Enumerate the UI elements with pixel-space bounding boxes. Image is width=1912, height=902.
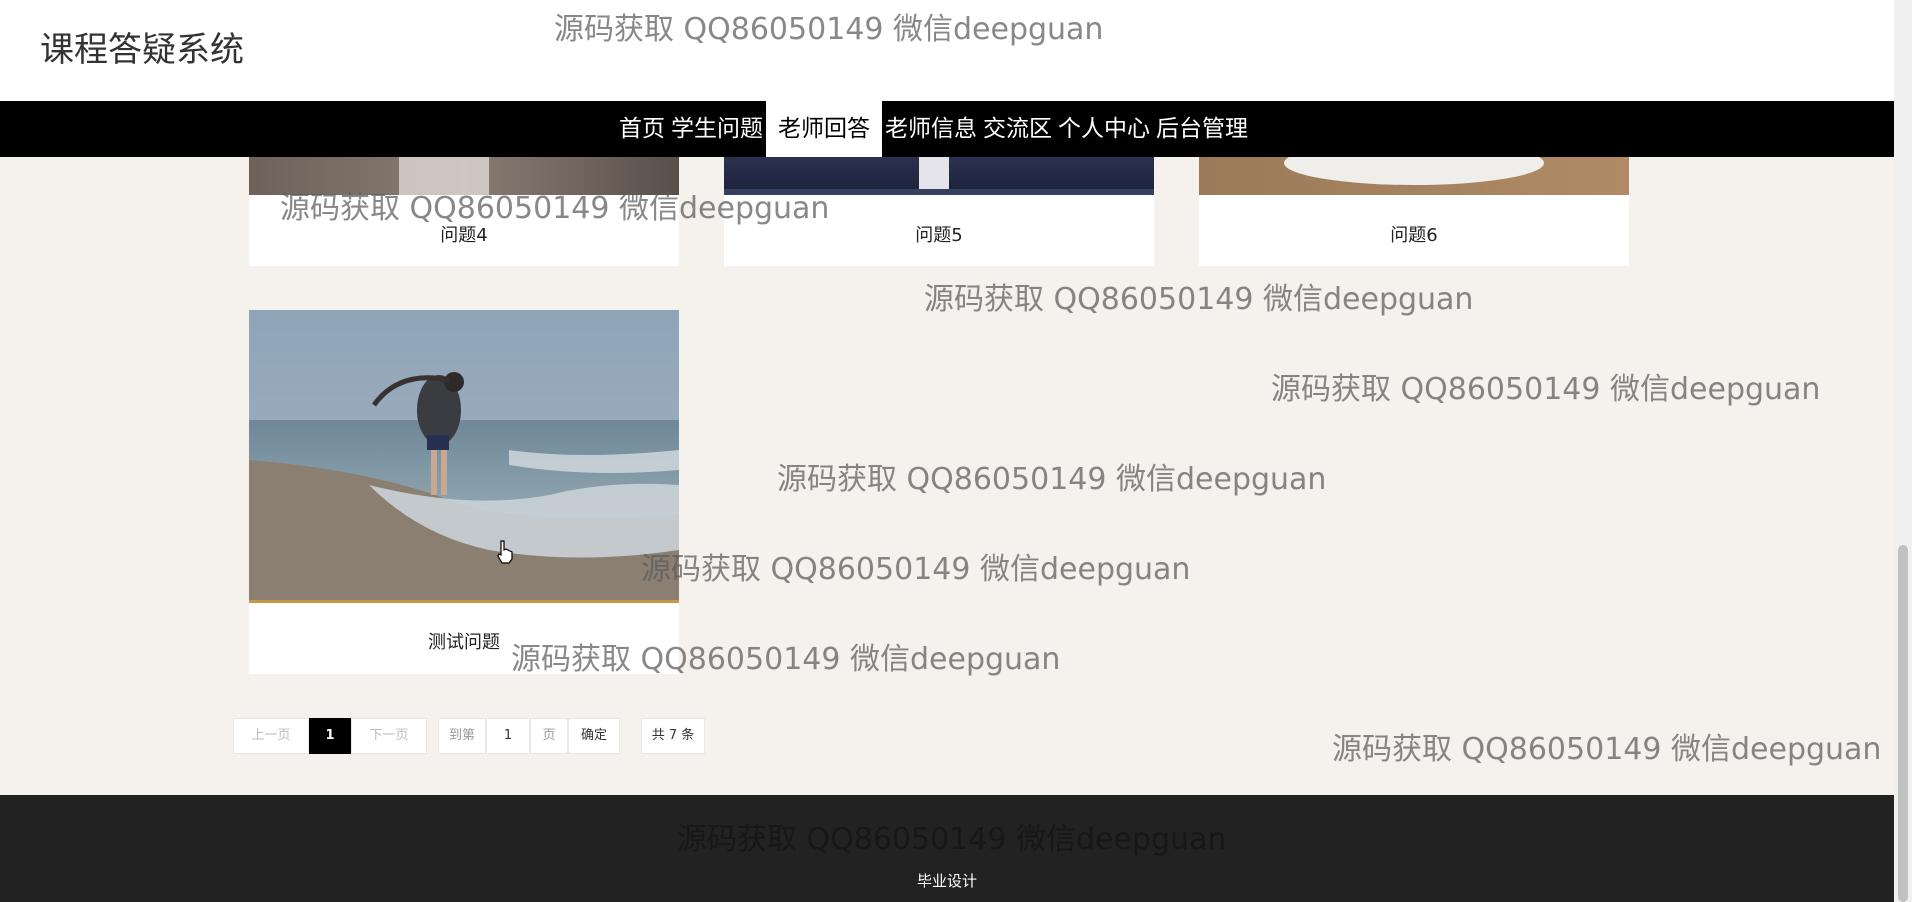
question-image [249,157,679,195]
goto-page-input[interactable]: 1 [486,718,530,754]
nav-item-teacher-info[interactable]: 老师信息 [882,101,980,157]
nav-item-admin[interactable]: 后台管理 [1153,101,1251,157]
question-card[interactable]: 问题4 [249,157,679,266]
top-header: 课程答疑系统 [0,0,1894,101]
nav-item-student-questions[interactable]: 学生问题 [668,101,766,157]
watermark: 源码获取 QQ86050149 微信deepguan [1332,732,1882,767]
question-image [1199,157,1629,195]
question-image[interactable] [249,310,679,603]
footer-text: 毕业设计 [916,872,977,890]
nav-item-teacher-answers[interactable]: 老师回答 [766,101,882,157]
question-title[interactable]: 问题6 [1199,221,1629,247]
question-title[interactable]: 问题5 [724,221,1154,247]
watermark: 源码获取 QQ86050149 微信deepguan [641,552,1191,587]
watermark: 源码获取 QQ86050149 微信deepguan [777,462,1327,497]
question-card[interactable]: 问题5 [724,157,1154,266]
total-count: 共 7 条 [641,718,705,754]
next-page-button[interactable]: 下一页 [351,718,427,754]
watermark: 源码获取 QQ86050149 微信deepguan [1271,372,1821,407]
confirm-page-button[interactable]: 确定 [568,718,620,754]
site-title: 课程答疑系统 [40,30,244,70]
goto-suffix-label: 页 [530,718,568,754]
question-image [724,157,1154,195]
hand-cursor-icon [496,540,514,569]
question-card[interactable]: 问题6 [1199,157,1629,266]
nav-list: 首页 学生问题 老师回答 老师信息 交流区 个人中心 后台管理 [616,101,1251,157]
main-navbar: 首页 学生问题 老师回答 老师信息 交流区 个人中心 后台管理 [0,101,1894,157]
prev-page-button[interactable]: 上一页 [233,718,309,754]
nav-item-home[interactable]: 首页 [616,101,668,157]
question-title[interactable]: 测试问题 [249,628,679,654]
nav-item-personal-center[interactable]: 个人中心 [1055,101,1153,157]
goto-prefix-label: 到第 [438,718,486,754]
watermark: 源码获取 QQ86050149 微信deepguan [924,282,1474,317]
scrollbar-thumb[interactable] [1898,545,1908,902]
question-card[interactable]: 测试问题 [249,310,679,674]
vertical-scrollbar[interactable] [1894,0,1912,902]
current-page-button[interactable]: 1 [309,718,351,754]
question-title[interactable]: 问题4 [249,221,679,247]
nav-item-forum[interactable]: 交流区 [980,101,1055,157]
